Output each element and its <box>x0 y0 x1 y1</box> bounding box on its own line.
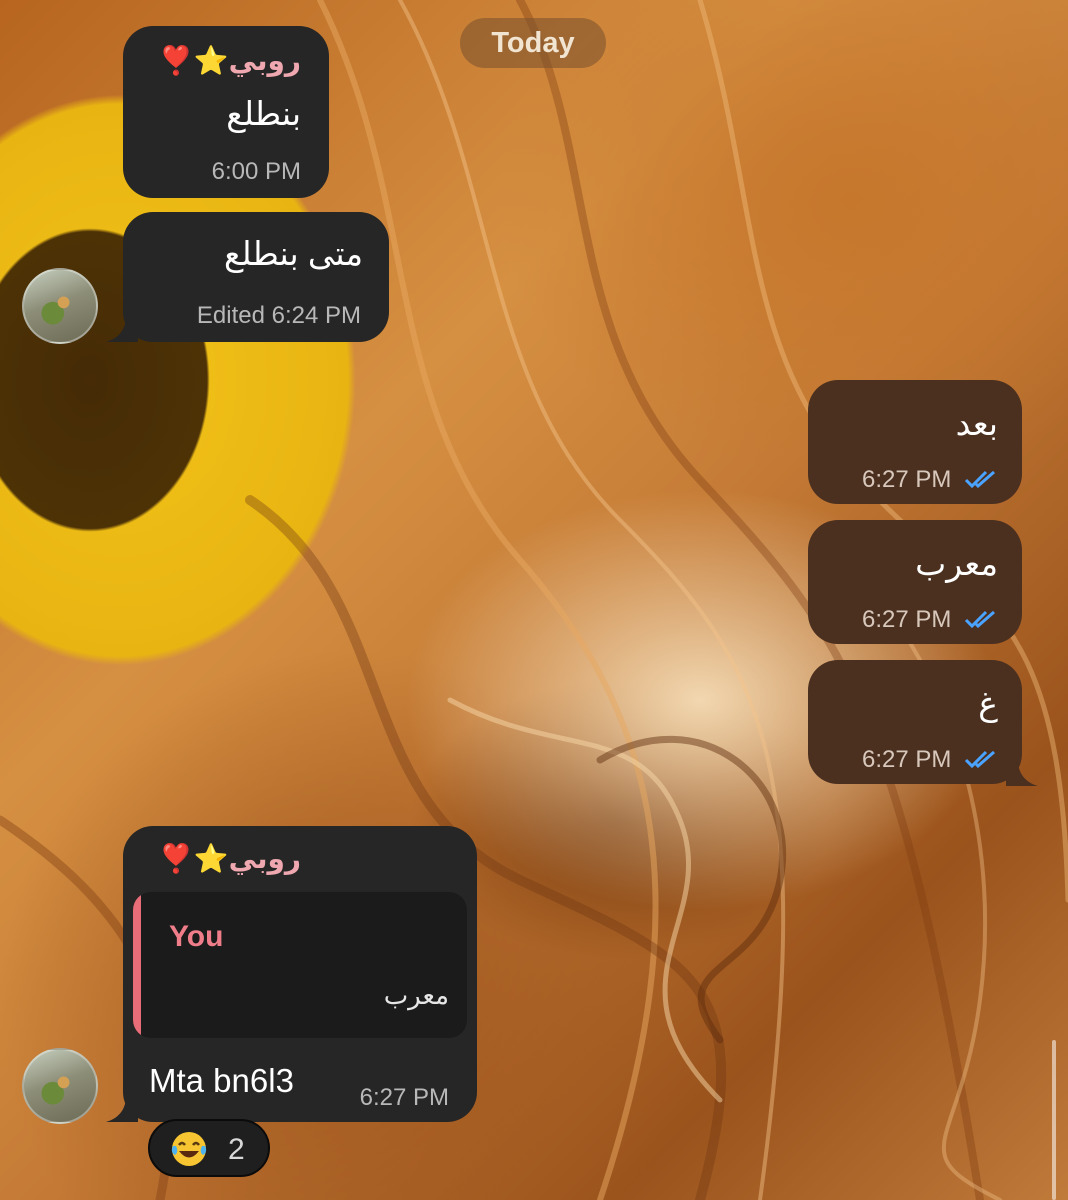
message-text: معرب <box>915 545 998 582</box>
reply-text: معرب <box>383 980 449 1010</box>
bubble-tail-icon <box>106 316 138 342</box>
sender-name[interactable]: روبي⭐️❣️ <box>159 842 301 875</box>
message-time: 6:00 PM <box>211 158 301 185</box>
message-text: بنطلع <box>226 95 301 132</box>
message-bubble-outgoing[interactable]: بعد 6:27 PM <box>808 380 1022 504</box>
bubble-tail-icon <box>1006 760 1038 786</box>
message-time: Edited 6:24 PM <box>196 302 361 329</box>
message-bubble-incoming[interactable]: روبي⭐️❣️ بنطلع 6:00 PM <box>123 26 329 198</box>
avatar[interactable] <box>22 1048 98 1124</box>
read-check-icon <box>964 750 995 768</box>
avatar[interactable] <box>22 268 98 344</box>
reaction-count: 2 <box>228 1133 245 1166</box>
message-text: غ <box>978 685 998 722</box>
message-text: Mta bn6l3 <box>149 1062 294 1099</box>
scrollbar[interactable] <box>1052 1040 1056 1200</box>
message-text: متى بنطلع <box>223 235 363 272</box>
message-time: 6:27 PM <box>359 1084 449 1111</box>
message-bubble-incoming[interactable]: متى بنطلع Edited 6:24 PM <box>123 212 389 342</box>
read-check-icon <box>964 470 995 488</box>
message-time: 6:27 PM <box>862 746 952 773</box>
reply-preview[interactable]: You معرب <box>133 892 467 1038</box>
message-time: 6:27 PM <box>862 466 952 493</box>
laughing-tears-emoji-icon <box>171 1132 207 1166</box>
message-text: بعد <box>955 405 998 442</box>
reply-author: You <box>169 920 224 953</box>
bubble-tail-icon <box>106 1096 138 1122</box>
message-time: 6:27 PM <box>862 606 952 633</box>
message-bubble-outgoing[interactable]: غ 6:27 PM <box>808 660 1022 784</box>
sender-name[interactable]: روبي⭐️❣️ <box>159 44 301 77</box>
read-check-icon <box>964 610 995 628</box>
reaction-chip[interactable]: 2 <box>148 1119 270 1177</box>
message-bubble-outgoing[interactable]: معرب 6:27 PM <box>808 520 1022 644</box>
reply-accent-bar <box>133 892 141 1038</box>
date-separator: Today <box>460 18 606 68</box>
